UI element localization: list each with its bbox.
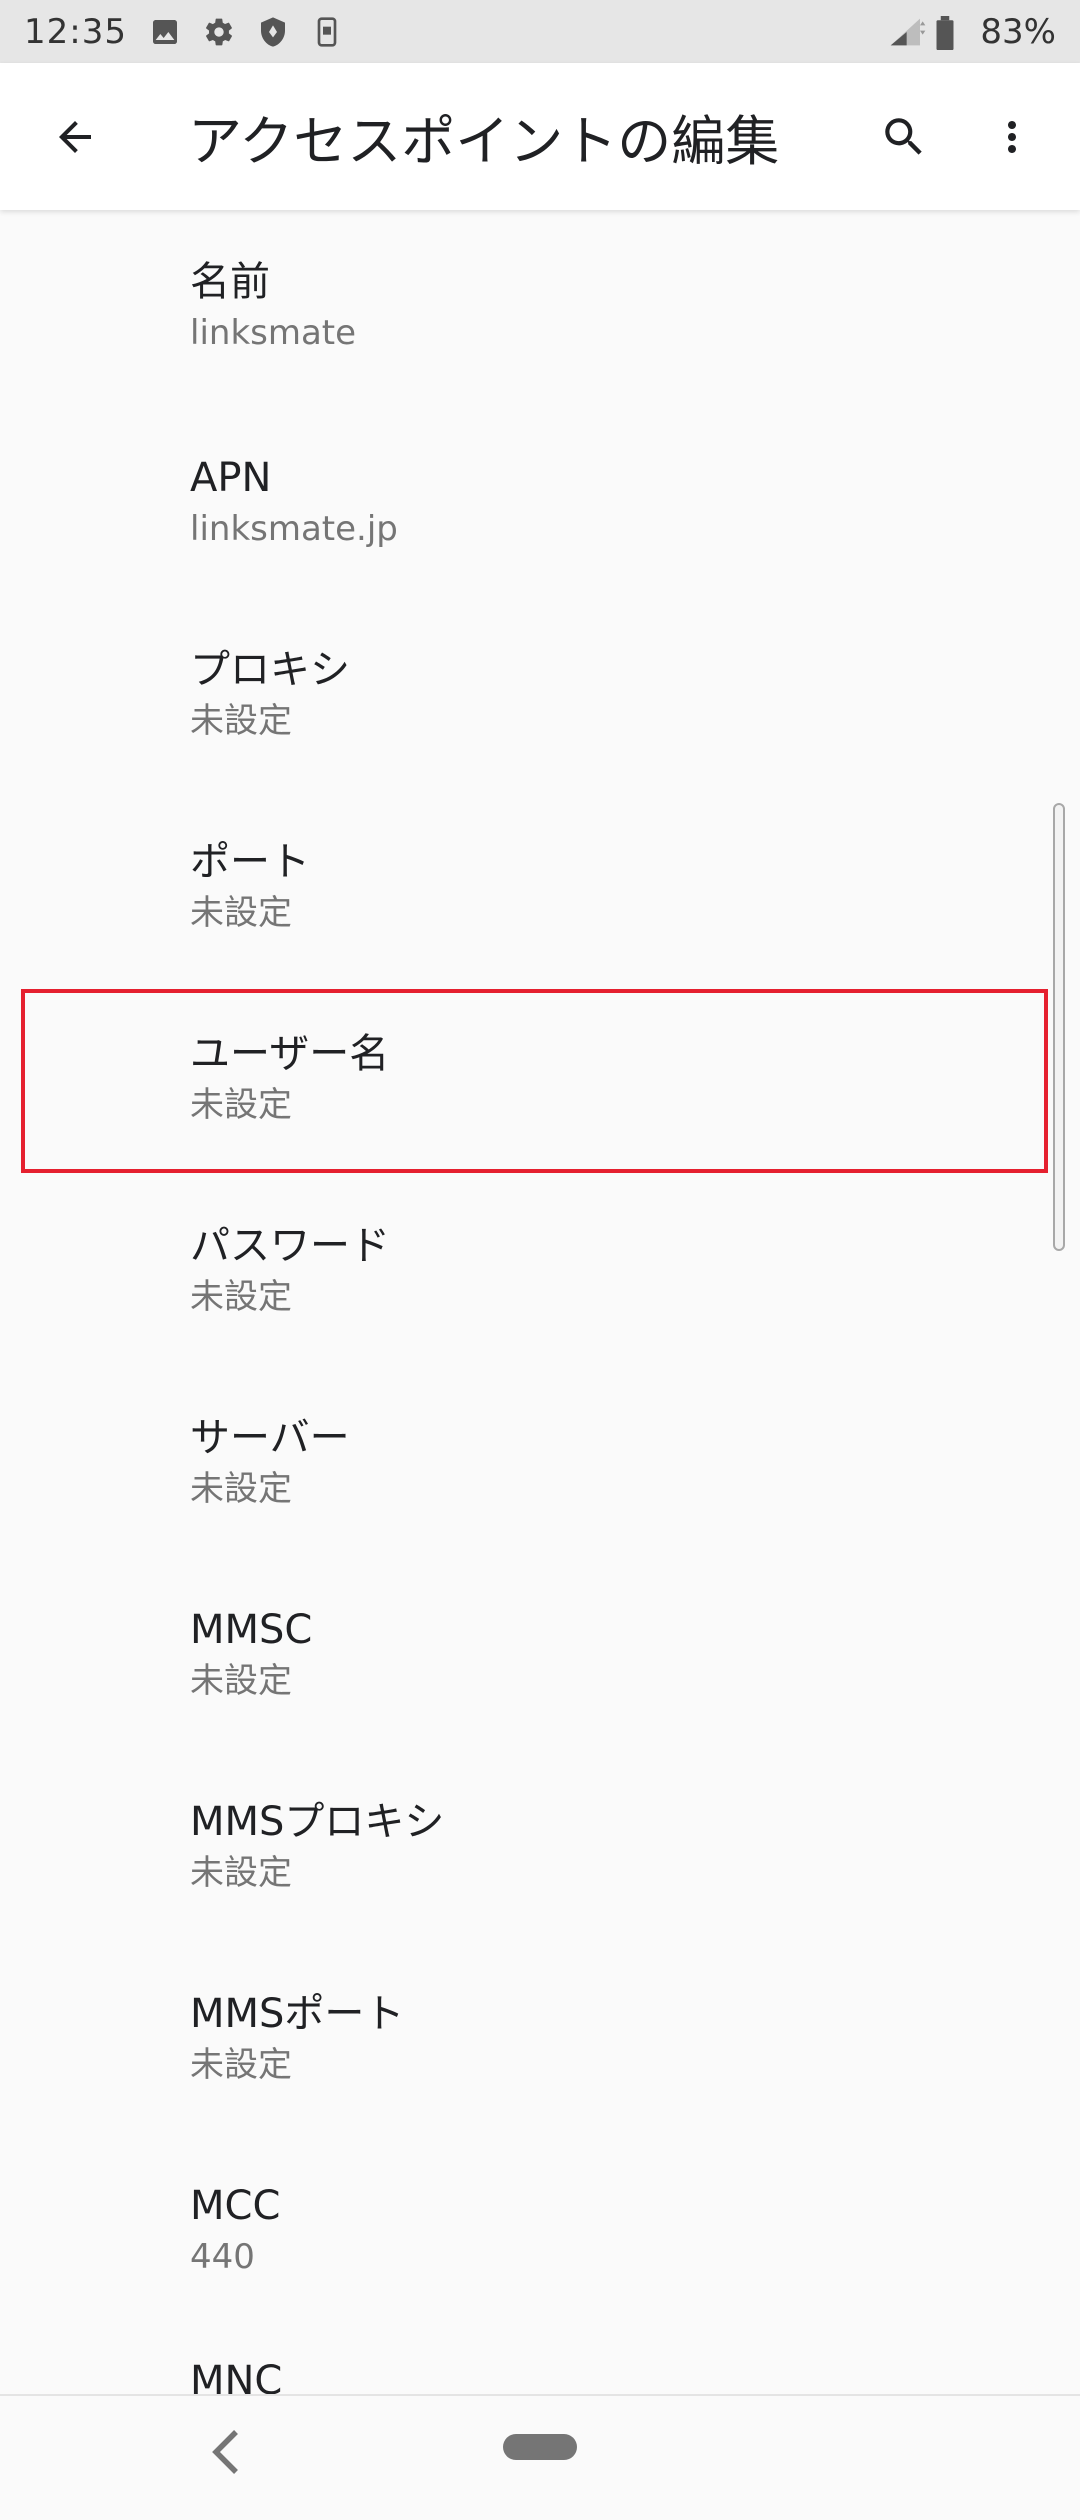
pref-summary: 未設定 <box>190 1853 292 1893</box>
pref-title: MMSプロキシ <box>190 1799 445 1845</box>
page-title: アクセスポイントの編集 <box>188 110 780 173</box>
signal-icon <box>888 16 926 48</box>
more-options-button[interactable] <box>958 83 1066 191</box>
nav-back-icon <box>212 2430 238 2474</box>
battery-icon <box>934 15 966 50</box>
navigation-bar <box>0 2394 1080 2520</box>
pref-title: ポート <box>190 839 310 885</box>
pref-title: MMSポート <box>190 1991 405 2037</box>
pref-summary: linksmate.jp <box>190 509 398 549</box>
pref-title: サーバー <box>190 1415 350 1461</box>
pref-summary: 440 <box>190 2237 255 2277</box>
pref-item-mms-port[interactable]: MMSポート 未設定 <box>0 1938 1080 2130</box>
shield-icon <box>257 16 289 48</box>
pref-item-apn[interactable]: APN linksmate.jp <box>0 402 1080 594</box>
scrollbar[interactable] <box>1053 803 1065 1251</box>
pref-item-name[interactable]: 名前 linksmate <box>0 210 1080 402</box>
pref-summary: linksmate <box>190 313 357 353</box>
pref-title: ユーザー名 <box>190 1031 390 1077</box>
pref-summary: 未設定 <box>190 1085 292 1125</box>
apn-settings-list: 名前 linksmate APN linksmate.jp プロキシ 未設定 ポ… <box>0 210 1080 2394</box>
gear-icon <box>203 16 235 48</box>
search-icon <box>885 117 922 155</box>
home-pill-icon[interactable] <box>503 2434 577 2460</box>
pref-item-port[interactable]: ポート 未設定 <box>0 786 1080 978</box>
pref-item-server[interactable]: サーバー 未設定 <box>0 1362 1080 1554</box>
search-button[interactable] <box>850 83 958 191</box>
pref-summary: 未設定 <box>190 893 292 933</box>
pref-title: MMSC <box>190 1607 313 1653</box>
image-icon <box>149 16 181 48</box>
pref-summary: 未設定 <box>190 1469 292 1509</box>
app-actions <box>850 83 1066 191</box>
more-vert-icon <box>1008 120 1016 153</box>
status-bar: 12:35 83% <box>0 0 1080 63</box>
battery-percentage: 83% <box>980 11 1056 52</box>
status-left: 12:35 <box>24 12 343 52</box>
pref-summary: 未設定 <box>190 2045 292 2085</box>
arrow-left-icon <box>59 120 91 153</box>
pref-item-mmsc[interactable]: MMSC 未設定 <box>0 1554 1080 1746</box>
pref-title: プロキシ <box>190 647 350 693</box>
nav-back-button[interactable] <box>196 2422 256 2482</box>
pref-summary: 未設定 <box>190 1277 292 1317</box>
status-right: 83% <box>888 12 1056 52</box>
status-time: 12:35 <box>24 11 127 52</box>
pref-item-proxy[interactable]: プロキシ 未設定 <box>0 594 1080 786</box>
pref-title: APN <box>190 455 272 501</box>
app-bar: アクセスポイントの編集 <box>0 63 1080 210</box>
pref-title: パスワード <box>190 1223 390 1269</box>
pref-item-mms-proxy[interactable]: MMSプロキシ 未設定 <box>0 1746 1080 1938</box>
pref-item-mcc[interactable]: MCC 440 <box>0 2130 1080 2322</box>
back-button[interactable] <box>20 82 130 192</box>
phone-icon <box>311 16 343 48</box>
pref-summary: 未設定 <box>190 701 292 741</box>
pref-item-username[interactable]: ユーザー名 未設定 <box>0 978 1080 1170</box>
pref-title: 名前 <box>190 259 270 305</box>
pref-item-password[interactable]: パスワード 未設定 <box>0 1170 1080 1362</box>
pref-title: MCC <box>190 2183 281 2229</box>
pref-summary: 未設定 <box>190 1661 292 1701</box>
